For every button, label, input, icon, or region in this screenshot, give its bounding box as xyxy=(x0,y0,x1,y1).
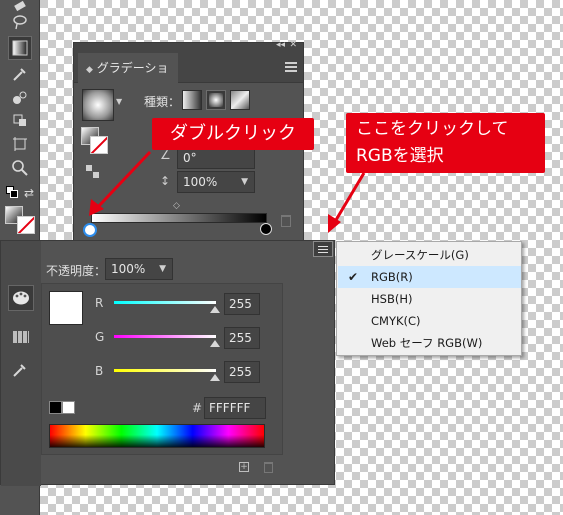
menu-item-label: グレースケール(G) xyxy=(371,248,469,262)
color-panel-menu-button[interactable] xyxy=(313,241,333,257)
color-guide-eyedropper-icon[interactable] xyxy=(11,361,31,381)
aspect-ratio-value: 100% xyxy=(183,175,218,189)
panel-title-bar[interactable]: ◂◂ ✕ xyxy=(74,40,303,53)
angle-value: 0° xyxy=(183,151,197,165)
angle-icon: ∠ xyxy=(160,148,171,162)
rgb-select-callout: ここをクリックして RGBを選択 xyxy=(346,113,545,173)
menu-item-grayscale[interactable]: グレースケール(G) xyxy=(338,244,521,266)
preview-dropdown-icon[interactable]: ▼ xyxy=(116,97,122,106)
freeform-gradient-button[interactable] xyxy=(230,90,250,110)
opacity-label: 不透明度： xyxy=(46,264,107,278)
gradient-slider-bar[interactable] xyxy=(91,213,267,223)
lasso-tool-icon[interactable] xyxy=(8,10,32,34)
menu-item-label: HSB(H) xyxy=(371,292,413,306)
reverse-gradient-icon[interactable] xyxy=(86,165,100,179)
swatches-icon[interactable] xyxy=(13,331,29,343)
g-slider-track[interactable] xyxy=(114,335,216,338)
b-slider-track[interactable] xyxy=(114,369,216,372)
white-swatch[interactable] xyxy=(62,401,75,414)
panel-tab-chevron-icon: ◆ xyxy=(86,65,93,75)
r-channel-label: R xyxy=(95,296,104,310)
panel-menu-icon[interactable] xyxy=(285,62,297,72)
r-slider-thumb[interactable] xyxy=(210,306,220,313)
b-channel-label: B xyxy=(95,364,104,378)
color-panel-sidebar xyxy=(1,241,41,486)
menu-item-web-safe-rgb[interactable]: Web セーフ RGB(W) xyxy=(338,332,521,354)
live-paint-icon[interactable] xyxy=(8,108,32,132)
default-colors-icon[interactable] xyxy=(6,186,18,198)
panel-tab-bar: ◆ グラデーション xyxy=(74,53,303,107)
r-value-field[interactable]: 255 xyxy=(224,293,260,315)
g-channel-label: G xyxy=(95,330,105,344)
color-mode-menu: グレースケール(G) ✔ RGB(R) HSB(H) CMYK(C) Web セ… xyxy=(336,241,522,356)
tab-gradient[interactable]: ◆ グラデーション xyxy=(78,53,178,107)
angle-field[interactable]: 0° xyxy=(177,147,255,169)
menu-item-label: RGB(R) xyxy=(371,270,413,284)
g-value-field[interactable]: 255 xyxy=(224,327,260,349)
b-slider-thumb[interactable] xyxy=(210,374,220,381)
type-label: 種類： xyxy=(144,95,181,109)
hex-value: FFFFFF xyxy=(209,401,251,415)
g-slider-thumb[interactable] xyxy=(210,340,220,347)
gradient-stroke-swatch[interactable] xyxy=(90,136,108,154)
menu-item-label: CMYK(C) xyxy=(371,314,421,328)
swap-colors-icon[interactable]: ⇄ xyxy=(24,186,34,200)
menu-item-hsb[interactable]: HSB(H) xyxy=(338,288,521,310)
black-swatch[interactable] xyxy=(49,401,62,414)
artboard-tool-icon[interactable] xyxy=(8,132,32,156)
color-palette-icon[interactable] xyxy=(8,285,34,311)
aspect-ratio-field[interactable]: 100% ▼ xyxy=(177,171,255,193)
close-icon[interactable]: ✕ xyxy=(289,40,297,50)
blend-tool-icon[interactable] xyxy=(8,86,32,110)
color-panel: 不透明度： 100% ▼ R 255 G 255 B 255 # FFFFFF … xyxy=(0,240,335,486)
delete-swatch-icon[interactable] xyxy=(264,462,273,473)
zoom-tool-icon[interactable] xyxy=(8,156,32,180)
gradient-tool-icon[interactable] xyxy=(8,36,32,60)
b-value-field[interactable]: 255 xyxy=(224,361,260,383)
b-value: 255 xyxy=(229,365,252,379)
midpoint-diamond-icon[interactable]: ◇ xyxy=(173,201,180,211)
r-value: 255 xyxy=(229,297,252,311)
menu-item-rgb[interactable]: ✔ RGB(R) xyxy=(338,266,521,288)
delete-stop-icon[interactable] xyxy=(281,215,291,227)
eyedropper-tool-icon[interactable] xyxy=(8,62,32,86)
callout-line-2: RGBを選択 xyxy=(356,146,444,166)
checkmark-icon: ✔ xyxy=(348,270,359,284)
opacity-field[interactable]: 100% ▼ xyxy=(105,258,173,280)
color-controls-area: R 255 G 255 B 255 # FFFFFF xyxy=(41,283,283,455)
opacity-value: 100% xyxy=(111,262,146,276)
black-color-stop[interactable] xyxy=(260,223,272,235)
hex-label: # xyxy=(192,401,203,415)
gradient-preview-swatch[interactable] xyxy=(82,89,114,121)
collapse-icon[interactable]: ◂◂ xyxy=(276,40,285,50)
hex-field[interactable]: FFFFFF xyxy=(204,397,266,419)
aspect-dropdown-icon[interactable]: ▼ xyxy=(241,172,248,192)
double-click-text: ダブルクリック xyxy=(170,123,296,144)
menu-item-cmyk[interactable]: CMYK(C) xyxy=(338,310,521,332)
callout-line-1: ここをクリックして xyxy=(356,119,509,139)
linear-gradient-button[interactable] xyxy=(182,90,202,110)
double-click-callout: ダブルクリック xyxy=(152,118,314,150)
arrow-to-menu-button xyxy=(331,172,366,226)
stroke-none-swatch[interactable] xyxy=(17,216,35,234)
new-swatch-icon[interactable]: + xyxy=(239,462,249,472)
menu-item-label: Web セーフ RGB(W) xyxy=(371,336,483,350)
white-color-stop[interactable] xyxy=(83,223,97,237)
r-slider-track[interactable] xyxy=(114,301,216,304)
aspect-ratio-icon: ↕ xyxy=(160,174,171,188)
color-spectrum-bar[interactable] xyxy=(49,424,265,448)
opacity-dropdown-icon[interactable]: ▼ xyxy=(159,259,166,279)
arrowhead-to-menu-button xyxy=(328,214,341,233)
radial-gradient-button[interactable] xyxy=(206,90,226,110)
g-value: 255 xyxy=(229,331,252,345)
current-color-swatch[interactable] xyxy=(49,291,83,325)
